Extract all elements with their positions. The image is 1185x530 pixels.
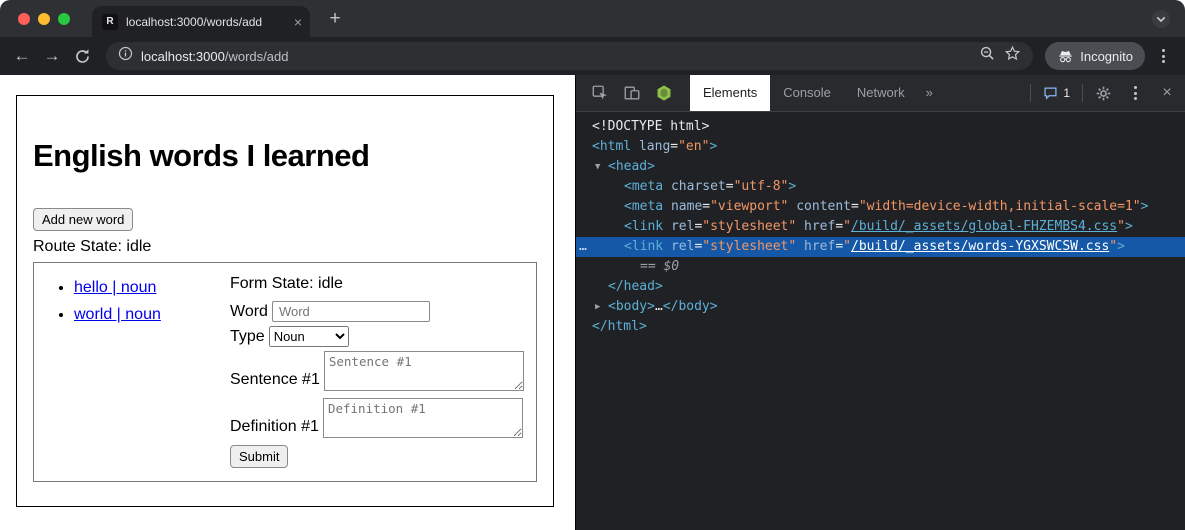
devtools-code-line[interactable]: <!DOCTYPE html>: [576, 117, 1185, 137]
word-link-world[interactable]: world | noun: [74, 306, 161, 323]
devtools-code-line[interactable]: <meta name="viewport" content="width=dev…: [576, 197, 1185, 217]
word-link-hello[interactable]: hello | noun: [74, 279, 156, 296]
route-state-text: Route State: idle: [33, 238, 537, 256]
devtools-code-line[interactable]: </html>: [576, 317, 1185, 337]
type-label: Type: [230, 328, 265, 346]
new-tab-button[interactable]: +: [322, 6, 348, 32]
devtools-code-line[interactable]: ▶<body>…</body>: [576, 297, 1185, 317]
devtools-toolbar: Elements Console Network » 1 ×: [576, 75, 1185, 112]
node-more-actions-icon[interactable]: …: [579, 237, 588, 257]
tab-close-icon[interactable]: ×: [294, 15, 302, 29]
tab-title: localhost:3000/words/add: [126, 15, 286, 29]
devtools-close-icon[interactable]: ×: [1157, 83, 1177, 103]
devtools-tab-network[interactable]: Network: [844, 75, 918, 111]
devtools-menu-icon[interactable]: [1125, 83, 1145, 103]
sentence-textarea[interactable]: [324, 351, 524, 391]
word-input[interactable]: [272, 301, 430, 322]
site-info-icon[interactable]: [118, 46, 133, 66]
list-item: world | noun: [74, 306, 230, 324]
expand-arrow-icon[interactable]: ▶: [595, 297, 608, 317]
incognito-icon: [1057, 48, 1074, 65]
definition-textarea[interactable]: [323, 398, 523, 438]
type-select[interactable]: Noun: [269, 326, 349, 347]
issues-count: 1: [1063, 86, 1070, 100]
browser-menu-icon[interactable]: [1151, 44, 1175, 68]
devtools-code-line[interactable]: <html lang="en">: [576, 137, 1185, 157]
close-window-icon[interactable]: [18, 13, 30, 25]
window-content: English words I learned Add new word Rou…: [0, 75, 1185, 530]
remix-favicon-icon: R: [102, 14, 118, 30]
address-bar[interactable]: localhost:3000/words/add: [106, 42, 1033, 70]
devtools-code-line[interactable]: == $0: [576, 257, 1185, 277]
expand-arrow-icon[interactable]: ▼: [595, 157, 608, 177]
app-container: English words I learned Add new word Rou…: [16, 95, 554, 507]
definition-label: Definition #1: [230, 418, 319, 438]
devtools-tabs: Elements Console Network »: [690, 75, 941, 111]
minimize-window-icon[interactable]: [38, 13, 50, 25]
devtools-code-line[interactable]: <meta charset="utf-8">: [576, 177, 1185, 197]
devtools-code-line[interactable]: </head>: [576, 277, 1185, 297]
maximize-window-icon[interactable]: [58, 13, 70, 25]
url-text: localhost:3000/words/add: [141, 49, 288, 64]
add-word-form: Form State: idle Word Type Noun Sentence…: [230, 263, 536, 481]
devtools-tab-elements[interactable]: Elements: [690, 75, 770, 111]
devtools-code-line[interactable]: …<link rel="stylesheet" href="/build/_as…: [576, 237, 1185, 257]
incognito-label: Incognito: [1080, 49, 1133, 64]
devtools-code-line[interactable]: <link rel="stylesheet" href="/build/_ass…: [576, 217, 1185, 237]
device-toolbar-icon[interactable]: [622, 83, 642, 103]
settings-gear-icon[interactable]: [1093, 83, 1113, 103]
word-list: hello | noun world | noun: [34, 279, 230, 481]
back-button[interactable]: ←: [10, 44, 34, 68]
devtools-toolbar-right: 1 ×: [1026, 75, 1185, 111]
reload-button[interactable]: [70, 44, 94, 68]
submit-button[interactable]: Submit: [230, 445, 288, 468]
words-panel: hello | noun world | noun Form State: id…: [33, 262, 537, 482]
add-new-word-button[interactable]: Add new word: [33, 208, 133, 231]
web-page: English words I learned Add new word Rou…: [0, 75, 575, 530]
window-controls: [18, 13, 70, 25]
list-item: hello | noun: [74, 279, 230, 297]
extension-hexagon-icon[interactable]: [654, 83, 674, 103]
more-tabs-icon[interactable]: »: [918, 75, 941, 111]
browser-toolbar: ← → localhost:3000/words/add Incognito: [0, 37, 1185, 75]
sentence-label: Sentence #1: [230, 371, 320, 391]
devtools-panel: Elements Console Network » 1 ×: [575, 75, 1185, 530]
elements-tree: <!DOCTYPE html><html lang="en">▼<head><m…: [576, 112, 1185, 337]
forward-button[interactable]: →: [40, 44, 64, 68]
devtools-tab-console[interactable]: Console: [770, 75, 844, 111]
bookmark-star-icon[interactable]: [1004, 45, 1021, 67]
inspect-element-icon[interactable]: [590, 83, 610, 103]
message-bubble-icon: [1043, 86, 1058, 101]
tab-strip: R localhost:3000/words/add × +: [0, 0, 1185, 37]
incognito-badge: Incognito: [1045, 42, 1145, 70]
browser-tab[interactable]: R localhost:3000/words/add ×: [92, 6, 310, 37]
tab-search-icon[interactable]: [1151, 9, 1171, 29]
page-title: English words I learned: [33, 138, 537, 174]
form-state-text: Form State: idle: [230, 275, 536, 293]
issues-indicator[interactable]: 1: [1035, 86, 1078, 101]
word-label: Word: [230, 303, 268, 321]
devtools-code-line[interactable]: ▼<head>: [576, 157, 1185, 177]
zoom-icon[interactable]: [979, 45, 996, 67]
